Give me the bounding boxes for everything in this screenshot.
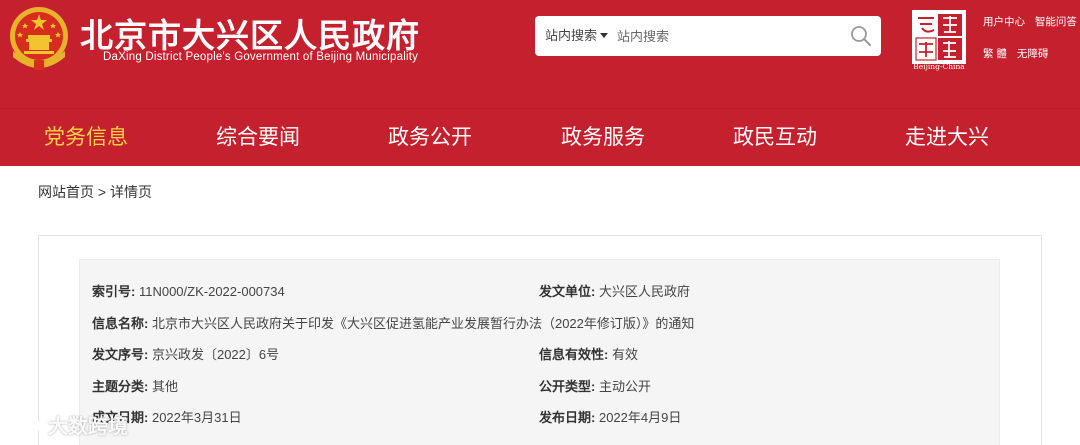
user-center-link[interactable]: 用户中心 [983,16,1025,28]
meta-issuer: 发文单位: 大兴区人民政府 [539,284,690,299]
meta-published-date: 发布日期: 2022年4月9日 [539,410,682,425]
caret-down-icon[interactable] [600,33,608,38]
site-subtitle: DaXing District People's Government of B… [103,51,419,63]
nav-item-interaction[interactable]: 政民互动 [733,109,817,167]
utility-links-bottom: 繁 體 无障碍 [983,46,1055,61]
accessibility-link[interactable]: 无障碍 [1017,48,1049,60]
traditional-chinese-link[interactable]: 繁 體 [983,48,1007,60]
meta-topic: 主题分类: 其他 [92,379,178,394]
search-icon[interactable] [850,25,872,47]
search-scope-select[interactable]: 站内搜索 [545,16,597,56]
breadcrumb-current: 详情页 [109,184,152,200]
breadcrumb-separator: > [97,184,107,200]
utility-links-top: 用户中心 智能问答 [983,14,1080,29]
national-emblem-icon [10,7,68,70]
meta-doc-no: 发文序号: 京兴政发〔2022〕6号 [92,347,280,362]
watermark: 大数跨境 [8,410,128,439]
site-title[interactable]: 北京市大兴区人民政府 [80,9,420,57]
site-header: 北京市大兴区人民政府 DaXing District People's Gove… [0,0,1080,108]
meta-index-no: 索引号: 11N000/ZK-2022-000734 [92,284,285,299]
search-input[interactable] [617,22,837,50]
meta-validity: 信息有效性: 有效 [539,347,638,362]
meta-open-type: 公开类型: 主动公开 [539,379,651,394]
breadcrumb-home-link[interactable]: 网站首页 [38,184,94,200]
nav-item-news[interactable]: 综合要闻 [216,109,300,167]
watermark-logo-icon [10,418,40,434]
capital-logo-label: Beijing-China [913,62,965,71]
main-nav: 党务信息 综合要闻 政务公开 政务服务 政民互动 走进大兴 [0,108,1080,166]
nav-item-gov-services[interactable]: 政务服务 [561,109,645,167]
meta-info-name: 信息名称: 北京市大兴区人民政府关于印发《大兴区促进氢能产业发展暂行办法（202… [92,316,695,331]
smart-qa-link[interactable]: 智能问答 [1035,16,1077,28]
search-box: 站内搜索 [535,16,881,56]
nav-item-gov-info[interactable]: 政务公开 [388,109,472,167]
breadcrumb: 网站首页 > 详情页 [38,182,152,202]
nav-item-party-affairs[interactable]: 党务信息 [44,109,128,167]
nav-item-about-daxing[interactable]: 走进大兴 [905,109,989,167]
